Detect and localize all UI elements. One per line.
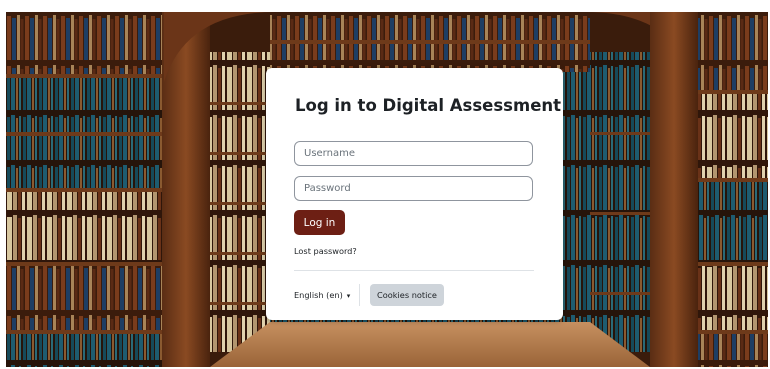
language-label: English (en) — [294, 290, 343, 300]
login-page: Log in to Digital Assessment Log in Lost… — [6, 12, 768, 367]
cookies-notice-button[interactable]: Cookies notice — [370, 284, 444, 306]
login-button[interactable]: Log in — [294, 210, 345, 235]
page-title: Log in to Digital Assessment — [295, 96, 562, 115]
vertical-divider — [359, 284, 360, 306]
lost-password-link[interactable]: Lost password? — [294, 246, 357, 256]
divider — [294, 270, 534, 271]
username-input[interactable] — [294, 141, 533, 166]
login-card: Log in to Digital Assessment Log in Lost… — [266, 68, 563, 320]
chevron-down-icon: ▾ — [346, 292, 351, 300]
language-selector[interactable]: English (en) ▾ — [294, 290, 350, 300]
password-input[interactable] — [294, 176, 533, 201]
